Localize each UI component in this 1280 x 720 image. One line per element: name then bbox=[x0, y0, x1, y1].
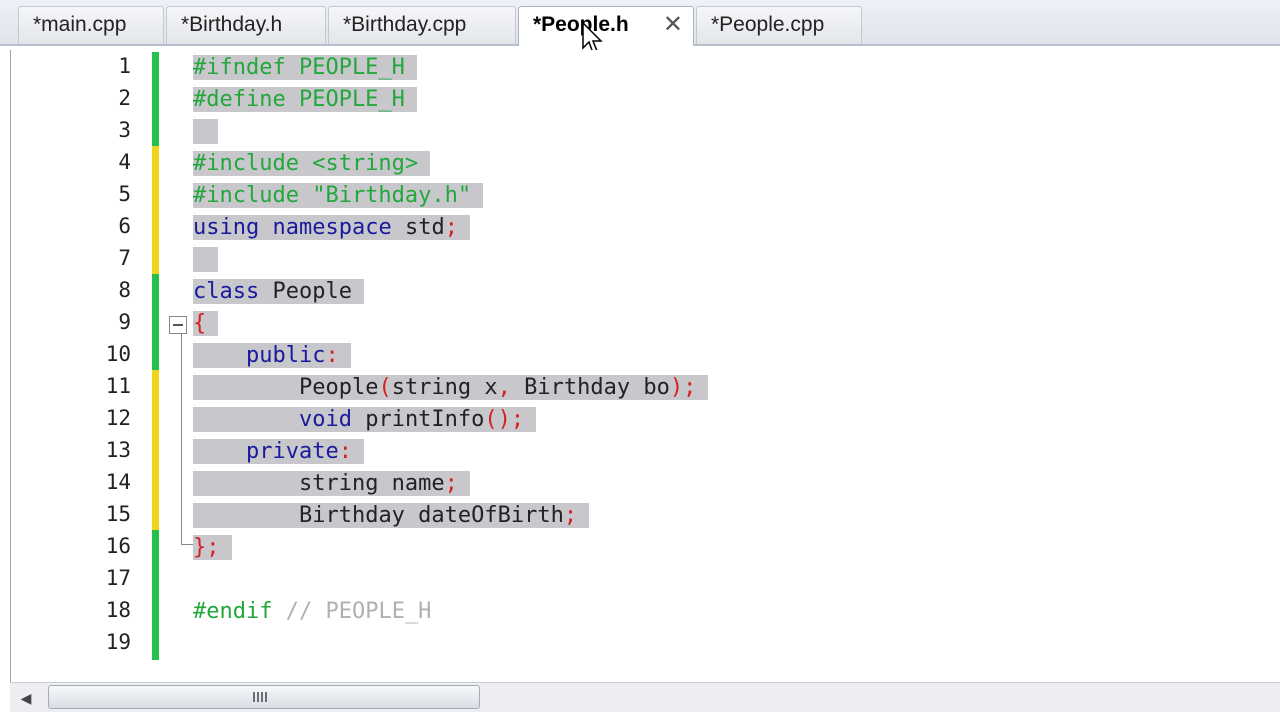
punctuation: ( bbox=[378, 375, 392, 400]
line-number: 5 bbox=[118, 182, 131, 206]
code-line-1: #ifndef PEOPLE_H bbox=[193, 52, 417, 84]
line-number: 13 bbox=[105, 438, 131, 462]
identifier: printInfo bbox=[365, 407, 485, 432]
code-line-2: #define PEOPLE_H bbox=[193, 84, 417, 116]
preprocessor-directive: #include "Birthday.h" bbox=[193, 183, 472, 208]
tab-birthday-h[interactable]: *Birthday.h bbox=[166, 6, 326, 44]
line-number: 3 bbox=[118, 118, 131, 142]
saved-change-bar bbox=[152, 530, 159, 660]
tab-label: *main.cpp bbox=[33, 13, 127, 36]
code-line-15: Birthday dateOfBirth; bbox=[193, 500, 590, 532]
punctuation: ; bbox=[563, 503, 578, 528]
scroll-left-arrow-icon[interactable]: ◀ bbox=[16, 689, 36, 707]
code-line-9: { bbox=[193, 308, 219, 340]
tab-label: *People.cpp bbox=[711, 13, 825, 36]
code-line-3 bbox=[193, 116, 219, 148]
line-number: 7 bbox=[118, 246, 131, 270]
keyword: void bbox=[298, 407, 352, 432]
line-number: 19 bbox=[105, 630, 131, 654]
punctuation: , bbox=[497, 375, 511, 400]
comment: // PEOPLE_H bbox=[285, 599, 432, 624]
code-line-14: string name; bbox=[193, 468, 470, 500]
identifier: People bbox=[298, 375, 379, 400]
line-number: 16 bbox=[105, 534, 131, 558]
line-number: 9 bbox=[118, 310, 131, 334]
modified-change-bar bbox=[152, 146, 159, 274]
preprocessor-directive: #endif bbox=[193, 599, 273, 624]
punctuation: }; bbox=[193, 535, 220, 560]
tab-birthday-cpp[interactable]: *Birthday.cpp bbox=[328, 6, 516, 44]
punctuation: ); bbox=[669, 375, 697, 400]
scrollbar-thumb[interactable] bbox=[48, 685, 480, 709]
keyword: namespace bbox=[272, 215, 392, 240]
identifier: string name bbox=[298, 471, 445, 496]
code-line-5: #include "Birthday.h" bbox=[193, 180, 484, 212]
saved-change-bar bbox=[152, 274, 159, 370]
saved-change-bar bbox=[152, 52, 159, 146]
punctuation: : bbox=[338, 439, 352, 464]
tab-label: *Birthday.cpp bbox=[343, 13, 467, 36]
identifier: Birthday dateOfBirth bbox=[298, 503, 564, 528]
punctuation: { bbox=[193, 311, 207, 336]
fold-guide-end bbox=[181, 544, 193, 545]
identifier: Birthday bo bbox=[524, 375, 670, 400]
tab-label: *People.h bbox=[533, 13, 629, 36]
line-number: 11 bbox=[105, 374, 131, 398]
tab-main-cpp[interactable]: *main.cpp bbox=[18, 6, 164, 44]
identifier: People bbox=[272, 279, 352, 304]
fold-guide bbox=[181, 334, 182, 544]
line-number: 18 bbox=[105, 598, 131, 622]
keyword: using bbox=[193, 215, 260, 240]
line-number: 15 bbox=[105, 502, 131, 526]
line-number: 6 bbox=[118, 214, 131, 238]
line-number: 10 bbox=[105, 342, 131, 366]
punctuation: ; bbox=[444, 215, 458, 240]
close-tab-icon[interactable]: ✕ bbox=[663, 7, 683, 43]
modified-change-bar bbox=[152, 370, 159, 530]
code-line-10: public: bbox=[193, 340, 351, 372]
code-line-8: class People bbox=[193, 276, 364, 308]
line-number: 12 bbox=[105, 406, 131, 430]
code-line-4: #include <string> bbox=[193, 148, 431, 180]
horizontal-scrollbar[interactable]: ◀ bbox=[10, 682, 1280, 712]
identifier: string x bbox=[391, 375, 498, 400]
punctuation: (); bbox=[484, 407, 525, 432]
code-line-13: private: bbox=[193, 436, 364, 468]
keyword: class bbox=[193, 279, 260, 304]
line-number: 14 bbox=[105, 470, 131, 494]
tab-label: *Birthday.h bbox=[181, 13, 283, 36]
editor-tab-bar: *main.cpp *Birthday.h *Birthday.cpp *Peo… bbox=[0, 0, 1280, 46]
line-number: 4 bbox=[118, 150, 131, 174]
line-number: 2 bbox=[118, 86, 131, 110]
preprocessor-directive: #define PEOPLE_H bbox=[193, 87, 405, 112]
line-number: 1 bbox=[118, 54, 131, 78]
identifier: std bbox=[404, 215, 445, 240]
line-number: 17 bbox=[105, 566, 131, 590]
keyword: private bbox=[245, 439, 339, 464]
tab-people-cpp[interactable]: *People.cpp bbox=[696, 6, 862, 44]
code-line-6: using namespace std; bbox=[193, 212, 470, 244]
keyword: public bbox=[245, 343, 326, 368]
tab-people-h[interactable]: *People.h ✕ bbox=[518, 6, 694, 46]
line-number: 8 bbox=[118, 278, 131, 302]
punctuation: ; bbox=[444, 471, 458, 496]
code-line-12: void printInfo(); bbox=[193, 404, 537, 436]
code-editor[interactable]: 1 2 3 4 5 6 7 8 9 10 11 12 13 14 15 16 1… bbox=[10, 50, 1280, 682]
grip-icon bbox=[253, 692, 267, 702]
code-line-18: #endif // PEOPLE_H bbox=[193, 596, 431, 628]
preprocessor-directive: #include <string> bbox=[193, 151, 419, 176]
code-line-7 bbox=[193, 244, 219, 276]
code-line-16: }; bbox=[193, 532, 232, 564]
code-line-11: People(string x, Birthday bo); bbox=[193, 372, 709, 404]
collapse-fold-icon[interactable] bbox=[169, 316, 187, 334]
preprocessor-directive: #ifndef PEOPLE_H bbox=[193, 55, 405, 80]
punctuation: : bbox=[325, 343, 339, 368]
